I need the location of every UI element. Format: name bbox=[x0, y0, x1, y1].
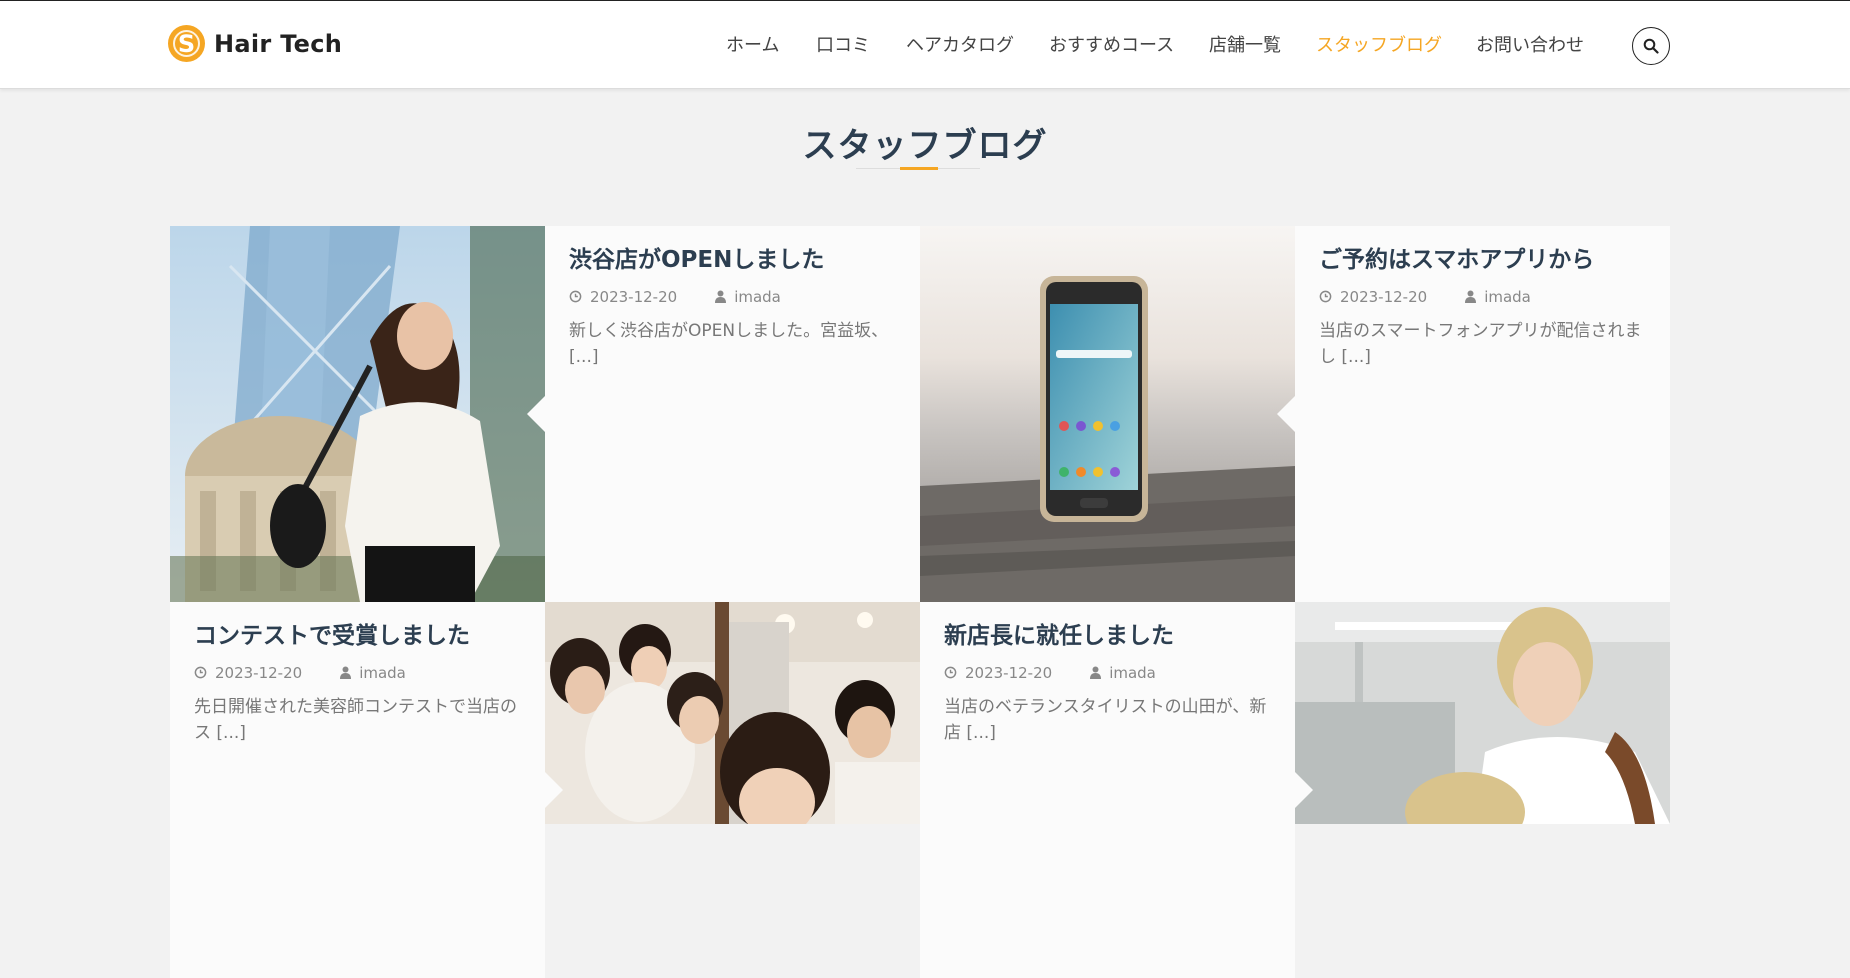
post-date: 2023-12-20 bbox=[965, 663, 1053, 682]
post-date: 2023-12-20 bbox=[1340, 287, 1428, 306]
woman-walking-city-photo bbox=[170, 226, 545, 602]
salon-staff-group-photo bbox=[545, 602, 920, 824]
card-pointer bbox=[1295, 772, 1313, 808]
search-icon bbox=[1643, 38, 1659, 54]
post-meta: 2023-12-20 imada bbox=[944, 664, 1277, 682]
smartphone-on-table-photo bbox=[920, 226, 1295, 602]
post-meta: 2023-12-20 imada bbox=[1319, 288, 1652, 306]
main-nav: ホーム 口コミ ヘアカタログ おすすめコース 店舗一覧 スタッフブログ お問い合… bbox=[0, 31, 1850, 61]
post-meta: 2023-12-20 imada bbox=[569, 288, 902, 306]
post-author[interactable]: imada bbox=[340, 664, 406, 682]
nav-item-store-list[interactable]: 店舗一覧 bbox=[1209, 31, 1281, 57]
clock-icon bbox=[944, 667, 957, 679]
post-card-contest-award: コンテストで受賞しました 2023-12-20 imada 先日開催された美容師… bbox=[170, 602, 563, 978]
post-image-app-reservation[interactable] bbox=[920, 226, 1295, 602]
nav-item-contact[interactable]: お問い合わせ bbox=[1476, 31, 1584, 57]
page-title: スタッフブログ bbox=[802, 126, 1048, 166]
user-icon bbox=[1465, 290, 1477, 304]
card-pointer bbox=[545, 772, 563, 808]
user-icon bbox=[340, 666, 352, 680]
post-author-name: imada bbox=[734, 287, 781, 306]
user-icon bbox=[715, 290, 727, 304]
clock-icon bbox=[569, 291, 582, 303]
title-accent-bar bbox=[900, 167, 938, 170]
post-date: 2023-12-20 bbox=[215, 663, 303, 682]
post-card-app-reservation: ご予約はスマホアプリから 2023-12-20 imada 当店のスマートフォン… bbox=[1277, 226, 1670, 602]
user-icon bbox=[1090, 666, 1102, 680]
nav-item-reviews[interactable]: 口コミ bbox=[816, 31, 870, 57]
card-pointer bbox=[1277, 396, 1295, 432]
post-image-contest-award[interactable] bbox=[545, 602, 920, 978]
post-author-name: imada bbox=[359, 663, 406, 682]
clock-icon bbox=[1319, 291, 1332, 303]
post-image-new-manager[interactable] bbox=[1295, 602, 1670, 978]
stylist-cutting-hair-photo bbox=[1295, 602, 1670, 824]
post-excerpt: 当店のベテランスタイリストの山田が、新店 [...] bbox=[944, 696, 1267, 744]
post-title[interactable]: ご予約はスマホアプリから bbox=[1319, 246, 1652, 276]
nav-item-hair-catalog[interactable]: ヘアカタログ bbox=[906, 31, 1014, 57]
site-header: S Hair Tech ホーム 口コミ ヘアカタログ おすすめコース 店舗一覧 … bbox=[0, 0, 1850, 89]
post-author[interactable]: imada bbox=[1090, 664, 1156, 682]
post-excerpt: 先日開催された美容師コンテストで当店のス [...] bbox=[194, 696, 517, 744]
nav-item-staff-blog[interactable]: スタッフブログ bbox=[1316, 31, 1442, 57]
post-card-new-manager: 新店長に就任しました 2023-12-20 imada 当店のベテランスタイリス… bbox=[920, 602, 1313, 978]
post-title[interactable]: コンテストで受賞しました bbox=[194, 622, 527, 652]
post-card-shibuya-open: 渋谷店がOPENしました 2023-12-20 imada 新しく渋谷店がOPE… bbox=[527, 226, 920, 602]
nav-item-home[interactable]: ホーム bbox=[726, 31, 779, 57]
post-meta: 2023-12-20 imada bbox=[194, 664, 527, 682]
search-button[interactable] bbox=[1632, 27, 1670, 65]
post-excerpt: 当店のスマートフォンアプリが配信されまし [...] bbox=[1319, 320, 1642, 368]
post-image-shibuya-open[interactable] bbox=[170, 226, 545, 602]
post-author-name: imada bbox=[1484, 287, 1531, 306]
post-date: 2023-12-20 bbox=[590, 287, 678, 306]
post-author[interactable]: imada bbox=[1465, 288, 1531, 306]
blog-post-grid: 渋谷店がOPENしました 2023-12-20 imada 新しく渋谷店がOPE… bbox=[170, 226, 1670, 978]
nav-item-recommended-course[interactable]: おすすめコース bbox=[1049, 31, 1174, 57]
clock-icon bbox=[194, 667, 207, 679]
post-title[interactable]: 新店長に就任しました bbox=[944, 622, 1277, 652]
post-excerpt: 新しく渋谷店がOPENしました。宮益坂、[...] bbox=[569, 320, 889, 368]
post-author-name: imada bbox=[1109, 663, 1156, 682]
card-pointer bbox=[527, 396, 545, 432]
post-title[interactable]: 渋谷店がOPENしました bbox=[569, 246, 902, 276]
post-author[interactable]: imada bbox=[715, 288, 781, 306]
